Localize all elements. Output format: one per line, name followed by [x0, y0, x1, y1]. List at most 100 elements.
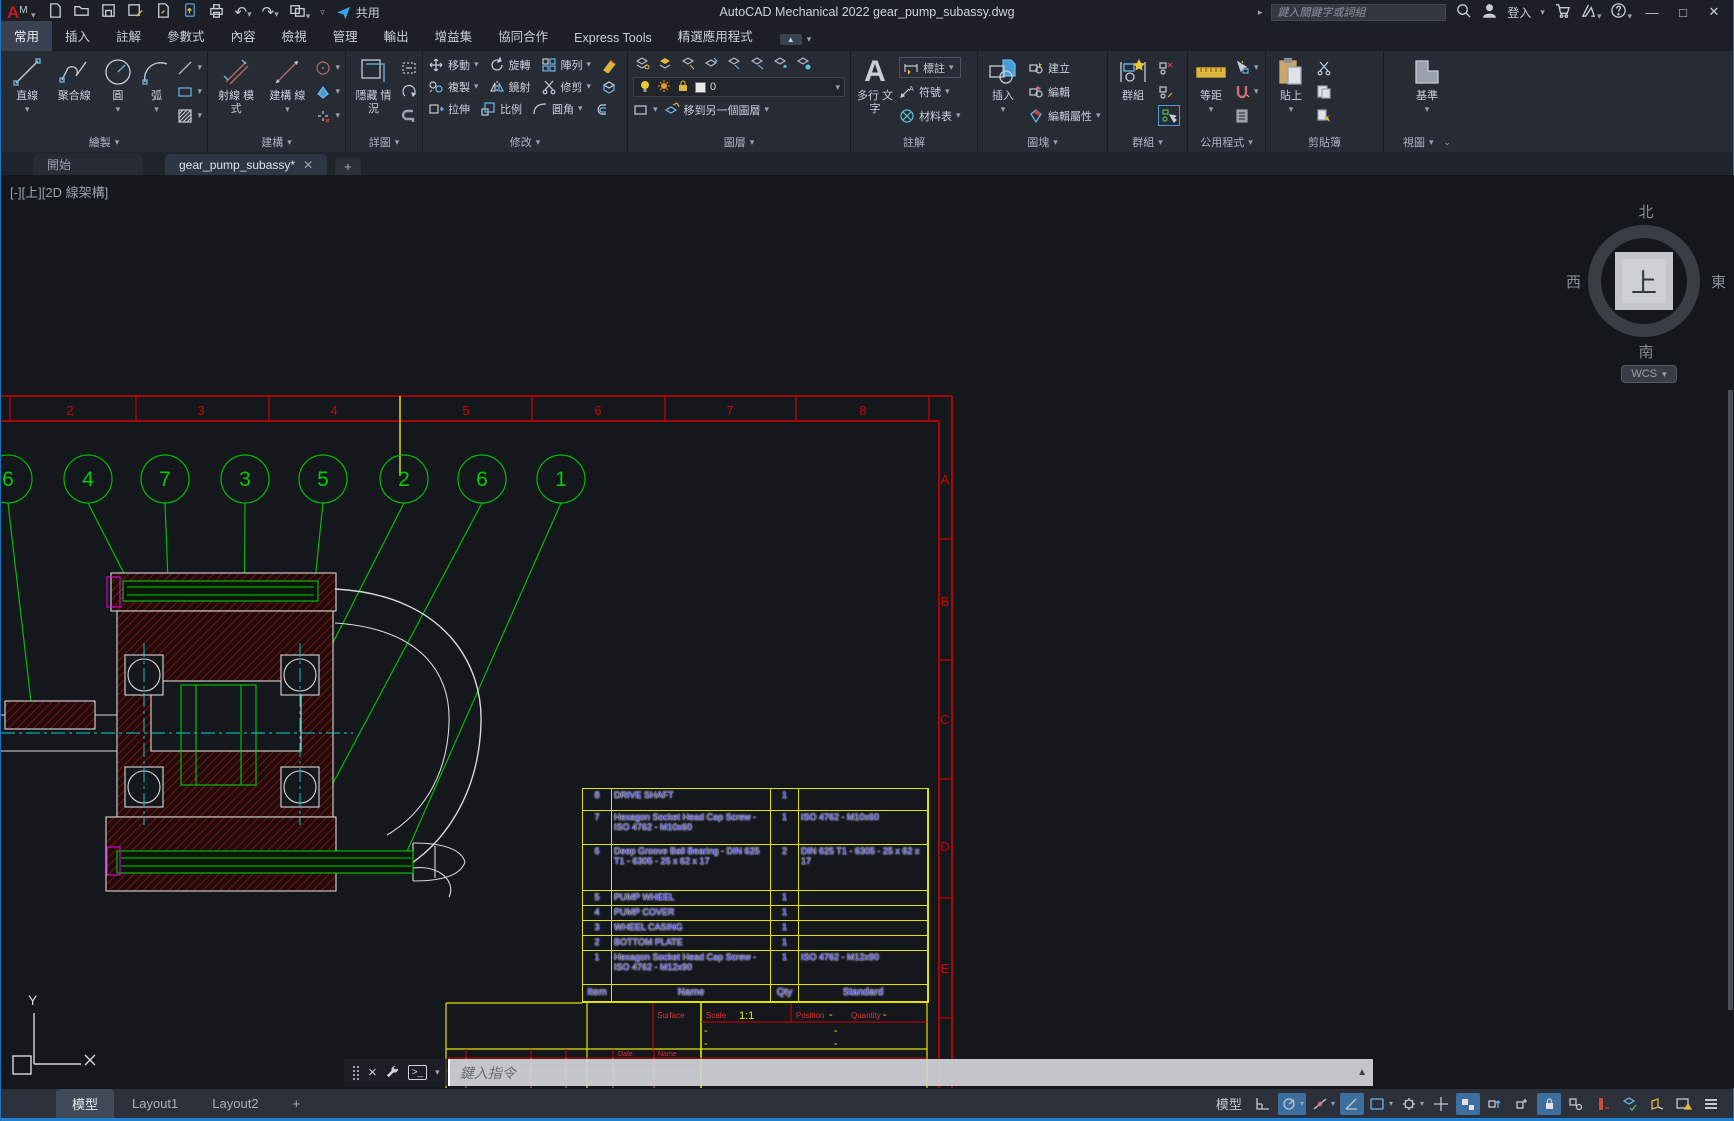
tab-view[interactable]: 檢視 — [269, 21, 320, 51]
hatch-button[interactable]: ▾ — [177, 105, 202, 126]
ray-mode-button[interactable]: 射線 模式 — [213, 54, 259, 116]
symbol-button[interactable]: A符號▾ — [899, 81, 961, 102]
open-from-web-icon[interactable] — [154, 2, 171, 22]
tab-express-tools[interactable]: Express Tools — [561, 26, 665, 51]
save-to-web-icon[interactable] — [181, 2, 198, 22]
hide-situation-button[interactable]: 隱藏 情況 — [351, 54, 396, 116]
command-prompt-caret-icon[interactable]: ▾ — [435, 1067, 440, 1078]
construction-line-button[interactable]: ▾ — [177, 57, 202, 78]
file-tab-drawing[interactable]: gear_pump_subassy* ✕ — [165, 154, 327, 175]
autocad-logo[interactable]: AM ▾ — [7, 4, 36, 21]
layer-lock-icon[interactable] — [750, 56, 765, 75]
standards-check-toggle[interactable] — [1618, 1093, 1642, 1115]
hatch-area-button[interactable]: ▾ — [315, 81, 340, 102]
tab-manage[interactable]: 管理 — [320, 21, 371, 51]
panel-label-view[interactable]: 視圖▾⌄ — [1384, 132, 1470, 152]
panel-label-block[interactable]: 圖塊▾ — [978, 132, 1107, 152]
viewcube-west[interactable]: 西 — [1566, 271, 1581, 292]
offset-icon[interactable] — [593, 98, 609, 119]
mtext-button[interactable]: A 多行 文字 — [856, 54, 894, 116]
calculator-icon[interactable] — [1234, 105, 1259, 126]
rectangle-button[interactable]: ▾ — [177, 81, 202, 102]
polar-tracking-toggle[interactable]: ▾ — [1309, 1093, 1337, 1115]
erase-icon[interactable] — [601, 54, 617, 75]
arc-button[interactable]: 弧▾ — [140, 54, 172, 116]
layer-rect-tool[interactable]: ▾ — [633, 99, 658, 120]
command-wrench-icon[interactable] — [385, 1065, 400, 1080]
maximize-button[interactable]: □ — [1672, 5, 1694, 20]
viewcube-top-face[interactable]: 上 — [1615, 252, 1673, 310]
panel-label-annotation[interactable]: 註解 — [851, 132, 977, 152]
panel-label-draw[interactable]: 繪製▾ — [1, 132, 207, 152]
file-tab-start[interactable]: 開始 — [33, 154, 143, 175]
annotation-lock-toggle[interactable] — [1537, 1093, 1561, 1115]
tab-home[interactable]: 常用 — [1, 21, 52, 51]
signin-label[interactable]: 登入 — [1507, 4, 1531, 21]
command-drag-grip[interactable] — [352, 1065, 360, 1081]
viewcube-north[interactable]: 北 — [1584, 201, 1708, 222]
layer-thaw-icon[interactable] — [773, 56, 788, 75]
layer-dropdown[interactable]: 0 ▾ — [633, 77, 845, 97]
fillet-button[interactable]: 圓角▾ — [532, 98, 583, 119]
model-space-button[interactable]: 模型 — [1210, 1094, 1248, 1113]
isolate-objects-toggle[interactable] — [1645, 1093, 1669, 1115]
panel-label-modify[interactable]: 修改▾ — [423, 132, 627, 152]
tab-output[interactable]: 輸出 — [371, 21, 422, 51]
group-button[interactable]: 群組 — [1113, 54, 1153, 103]
panel-label-clipboard[interactable]: 剪貼簿 — [1266, 132, 1383, 152]
panel-label-layers[interactable]: 圖層▾ — [628, 132, 850, 152]
units-toggle[interactable] — [1591, 1093, 1615, 1115]
tab-addins[interactable]: 增益集 — [422, 21, 486, 51]
layout-tab-model[interactable]: 模型 — [56, 1089, 114, 1118]
cut-icon[interactable] — [1316, 57, 1332, 78]
tab-parametric[interactable]: 參數式 — [154, 21, 218, 51]
tab-collaborate[interactable]: 協同合作 — [485, 21, 561, 51]
edit-attributes-button[interactable]: 編輯屬性▾ — [1028, 105, 1101, 126]
panel-label-groups[interactable]: 群組▾ — [1108, 132, 1187, 152]
detail-rotate-button[interactable] — [401, 81, 417, 102]
selection-cycling-toggle[interactable] — [1564, 1093, 1588, 1115]
ribbon-collapse-caret-icon[interactable]: ▾ — [807, 34, 812, 45]
grid-display-toggle[interactable] — [1251, 1093, 1275, 1115]
viewcube[interactable]: 北 南 西 東 上 — [1584, 201, 1708, 361]
expand-search-icon[interactable]: ▸ — [1258, 7, 1263, 18]
circle-button[interactable]: 圓▾ — [100, 54, 135, 116]
viewcube-south[interactable]: 南 — [1584, 341, 1708, 362]
paste-button[interactable]: 貼上▾ — [1271, 54, 1311, 116]
layer-state-icon[interactable] — [658, 56, 673, 75]
print-icon[interactable] — [208, 2, 225, 22]
copy-clip-icon[interactable] — [1316, 81, 1332, 102]
move-button[interactable]: 移動▾ — [428, 54, 479, 75]
command-history-expand-icon[interactable]: ▲ — [1357, 1067, 1367, 1078]
new-drawing-tab-button[interactable]: + — [335, 158, 361, 175]
rotate-button[interactable]: 旋轉 — [489, 54, 531, 75]
help-search-input[interactable]: 鍵入關鍵字或詞組 — [1271, 4, 1446, 21]
undo-button[interactable]: ↶▾ — [235, 5, 252, 20]
viewport-controls[interactable]: [-][上][2D 線架構] — [10, 182, 108, 201]
layer-freeze-icon[interactable] — [727, 56, 742, 75]
command-prompt-icon[interactable]: >_ — [408, 1065, 427, 1080]
canvas-scrollbar[interactable] — [1728, 390, 1733, 1010]
dimension-button[interactable]: 標註▾ — [899, 57, 961, 78]
customization-menu-icon[interactable] — [1699, 1093, 1723, 1115]
polyline-button[interactable]: 聚合線 — [53, 54, 95, 103]
explode-icon[interactable] — [601, 76, 617, 97]
user-icon[interactable] — [1481, 2, 1498, 22]
layer-properties-icon[interactable] — [635, 56, 650, 75]
save-as-icon[interactable] — [127, 2, 144, 22]
array-button[interactable]: 陣列▾ — [541, 54, 592, 75]
share-button[interactable]: 共用 — [335, 4, 380, 21]
bom-button[interactable]: 材料表▾ — [899, 105, 961, 126]
help-icon[interactable]: ▾ — [1610, 2, 1632, 22]
insert-block-button[interactable]: 插入▾ — [983, 54, 1023, 116]
viewcube-east[interactable]: 東 — [1711, 271, 1726, 292]
save-icon[interactable] — [100, 2, 117, 22]
new-layout-button[interactable]: + — [277, 1091, 317, 1116]
annotation-visibility-toggle[interactable] — [1456, 1093, 1480, 1115]
cart-icon[interactable] — [1554, 2, 1571, 22]
scatter-button[interactable]: ▾ — [315, 105, 340, 126]
graphics-performance-toggle[interactable] — [1672, 1093, 1696, 1115]
layer-on-icon[interactable] — [796, 56, 811, 75]
quick-select-icon[interactable]: ▾ — [1234, 57, 1259, 78]
close-drawing-icon[interactable]: ✕ — [303, 158, 313, 172]
